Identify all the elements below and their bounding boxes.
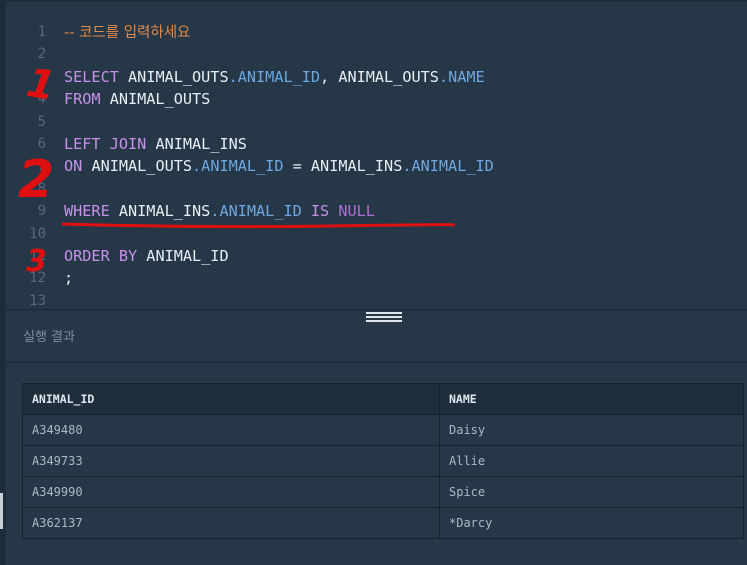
code-token: NULL: [338, 202, 375, 221]
code-token: .ANIMAL_ID: [228, 67, 321, 86]
code-token: .ANIMAL_ID: [402, 157, 494, 176]
code-token: IS: [310, 202, 330, 221]
cell-name: Daisy: [439, 414, 744, 446]
code-token: .ANIMAL_ID: [192, 157, 284, 176]
code-token: ON: [64, 157, 92, 176]
code-line[interactable]: ORDER BY ANIMAL_ID: [64, 245, 494, 267]
cell-name: Allie: [439, 445, 744, 477]
code-token: ANIMAL_INS: [310, 157, 403, 176]
line-number: 11: [29, 247, 46, 264]
code-token: ANIMAL_ID: [146, 246, 229, 265]
line-number: 9: [37, 203, 46, 220]
line-number: 12: [29, 270, 46, 287]
code-area[interactable]: -- 코드를 입력하세요 SELECT ANIMAL_OUTS.ANIMAL_ID…: [64, 21, 494, 309]
code-line[interactable]: ;: [64, 267, 494, 289]
code-token: WHERE: [64, 202, 119, 221]
code-token: ANIMAL_OUTS: [91, 157, 193, 176]
column-header-animal-id: ANIMAL_ID: [22, 383, 440, 415]
line-number: 3: [37, 68, 46, 85]
line-number: 7: [37, 158, 46, 175]
line-number: 8: [37, 180, 46, 197]
code-line[interactable]: [64, 43, 494, 65]
code-line[interactable]: [64, 290, 494, 309]
editor-top-border: [6, 0, 747, 2]
cell-animal-id: A349733: [22, 445, 440, 477]
code-token: =: [283, 157, 311, 176]
code-token: LEFT JOIN: [64, 134, 156, 153]
result-title: 실행 결과: [23, 330, 75, 345]
line-number: 2: [37, 46, 46, 63]
code-token: ;: [64, 269, 74, 288]
table-row: A349990 Spice: [22, 476, 744, 508]
cell-animal-id: A349480: [22, 414, 440, 446]
line-number: 1: [37, 24, 46, 40]
code-line[interactable]: ON ANIMAL_OUTS.ANIMAL_ID = ANIMAL_INS.AN…: [64, 155, 494, 177]
code-token: .ANIMAL_ID: [210, 202, 302, 221]
panel-divider: [6, 309, 747, 310]
code-token: -- 코드를 입력하세요: [64, 25, 191, 41]
code-token: SELECT: [64, 67, 129, 86]
code-token: ,: [320, 67, 339, 86]
result-separator: [6, 362, 747, 363]
code-token: ANIMAL_INS: [155, 134, 247, 153]
table-row: A349733 Allie: [22, 445, 744, 477]
column-header-name: NAME: [439, 383, 744, 415]
code-line[interactable]: LEFT JOIN ANIMAL_INS: [64, 133, 494, 155]
code-line[interactable]: WHERE ANIMAL_INS.ANIMAL_ID IS NULL: [64, 200, 494, 222]
cell-name: Spice: [439, 476, 744, 508]
table-row: A362137 *Darcy: [22, 507, 744, 539]
code-token: ANIMAL_OUTS: [128, 67, 229, 86]
cell-animal-id: A362137: [22, 507, 440, 539]
line-number: 13: [29, 292, 46, 309]
code-line[interactable]: [64, 111, 494, 133]
code-token: ANIMAL_OUTS: [109, 90, 211, 109]
resize-handle-icon[interactable]: [366, 312, 402, 322]
code-line[interactable]: [64, 223, 494, 245]
code-token: ORDER BY: [64, 246, 147, 265]
scroll-indicator[interactable]: [0, 493, 3, 529]
cell-animal-id: A349990: [22, 476, 440, 508]
code-editor[interactable]: 1 2 3 4 5 6 7 8 9 10 11 12 13 -- 코드를 입력하세요 SELECT ANI…: [6, 0, 747, 309]
code-token: FROM: [64, 90, 110, 109]
line-number: 4: [37, 91, 46, 108]
code-line[interactable]: SELECT ANIMAL_OUTS.ANIMAL_ID, ANIMAL_OUT…: [64, 66, 494, 88]
line-number-gutter: 1 2 3 4 5 6 7 8 9 10 11 12 13: [6, 21, 46, 309]
code-token: .NAME: [438, 67, 485, 86]
code-line[interactable]: [64, 178, 494, 200]
code-token: ANIMAL_INS: [118, 202, 211, 221]
code-token: ANIMAL_OUTS: [338, 67, 439, 86]
code-line[interactable]: -- 코드를 입력하세요: [64, 21, 494, 43]
code-line[interactable]: FROM ANIMAL_OUTS: [64, 88, 494, 110]
line-number: 10: [29, 225, 46, 242]
result-table: ANIMAL_ID NAME A349480 Daisy A349733 All…: [22, 383, 744, 539]
table-row: A349480 Daisy: [22, 414, 744, 446]
line-number: 5: [37, 113, 46, 130]
table-header-row: ANIMAL_ID NAME: [22, 383, 744, 415]
cell-name: *Darcy: [439, 507, 744, 539]
line-number: 6: [37, 135, 46, 152]
